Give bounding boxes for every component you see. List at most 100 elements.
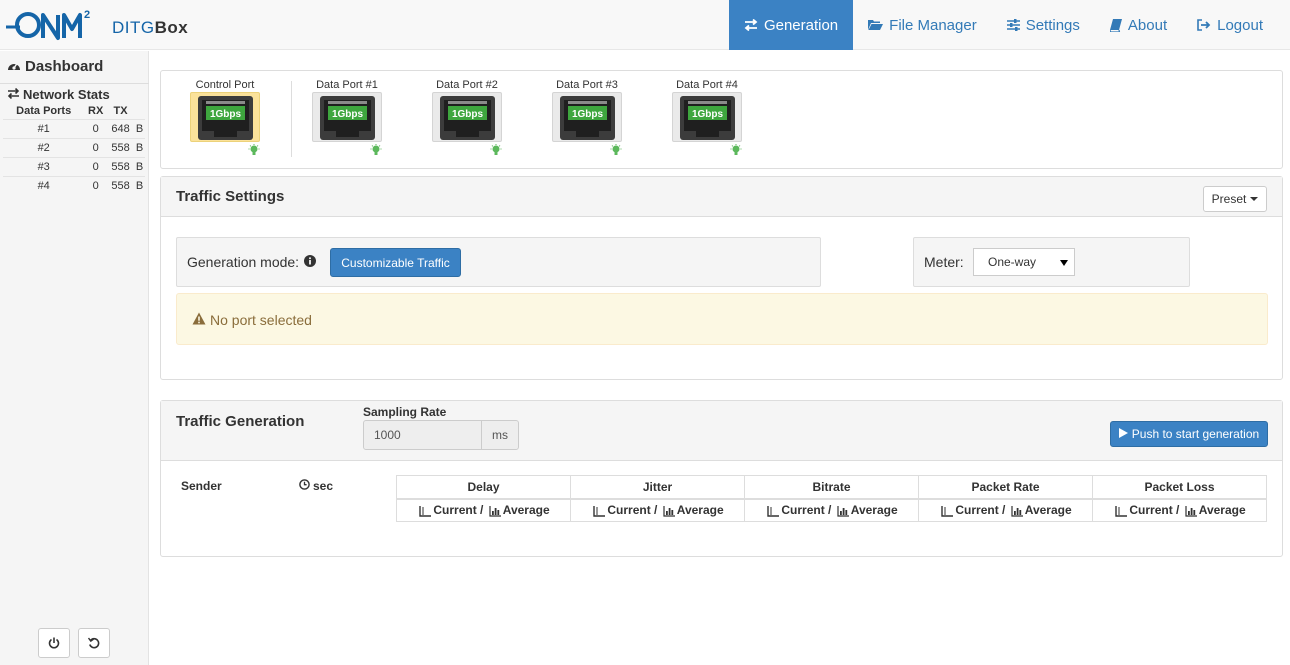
port-label: Data Port #2 — [436, 79, 498, 91]
port-control[interactable]: Control Port 1Gbps — [185, 79, 265, 155]
tx-cell: 558 — [106, 175, 135, 195]
port-box[interactable]: 1Gbps — [312, 92, 382, 155]
port-divider — [291, 81, 292, 157]
bar-chart-icon — [663, 505, 675, 517]
generation-mode-button[interactable]: Customizable Traffic — [330, 248, 461, 277]
nav-settings[interactable]: Settings — [992, 0, 1095, 50]
sampling-rate-input[interactable]: 1000 — [363, 420, 482, 450]
clock-icon — [299, 479, 310, 493]
port-label: Data Port #4 — [676, 79, 738, 91]
rx-cell: 0 — [84, 137, 107, 157]
caret-down-icon — [1250, 197, 1259, 201]
ethernet-port-icon: 1Gbps — [680, 96, 735, 140]
info-icon[interactable] — [304, 254, 317, 270]
sampling-rate-unit: ms — [481, 420, 519, 450]
brand[interactable]: 2 DITGBox — [6, 5, 196, 45]
nav-file-manager[interactable]: File Manager — [853, 0, 992, 50]
port-box[interactable]: 1Gbps — [432, 92, 502, 155]
undo-icon — [88, 637, 100, 649]
port-speed: 1Gbps — [692, 109, 724, 120]
bar-chart-icon — [1185, 505, 1197, 517]
rx-cell: 0 — [84, 118, 107, 138]
sidebar: Dashboard Network Stats Data Ports RX TX… — [0, 51, 149, 665]
port-speed: 1Gbps — [452, 109, 484, 120]
reset-button[interactable] — [78, 628, 110, 658]
network-stats-table: Data Ports RX TX #1 0 648 B #2 0 558 B #… — [3, 103, 145, 195]
nav-about[interactable]: About — [1095, 0, 1182, 50]
lightbulb-icon — [610, 144, 622, 155]
panel-heading: Traffic Settings Preset — [161, 177, 1282, 217]
current-average-cell: Current / Average — [918, 497, 1093, 522]
ethernet-port-icon: 1Gbps — [320, 96, 375, 140]
port-speed: 1Gbps — [572, 109, 604, 120]
meter-select[interactable]: One-way — [973, 248, 1075, 276]
port-box[interactable]: 1Gbps — [190, 92, 260, 155]
metric-packet-loss: Packet Loss — [1092, 475, 1267, 499]
panel-title: Traffic Settings — [176, 188, 285, 205]
ethernet-port-icon: 1Gbps — [440, 96, 495, 140]
port-speed: 1Gbps — [332, 109, 364, 120]
exchange-icon — [7, 87, 20, 102]
preset-dropdown-button[interactable]: Preset — [1203, 186, 1267, 212]
meter-label: Meter: — [924, 254, 964, 270]
meter-value: One-way — [988, 255, 1037, 269]
col-unit — [134, 103, 145, 119]
sign-out-icon — [1197, 19, 1211, 31]
ethernet-port-icon: 1Gbps — [560, 96, 615, 140]
port-cell: #3 — [3, 156, 85, 176]
col-rx: RX — [88, 104, 104, 117]
tx-cell: 558 — [106, 156, 135, 176]
folder-open-icon — [868, 19, 884, 31]
exchange-icon — [744, 19, 758, 31]
warning-text: No port selected — [192, 312, 312, 328]
lightbulb-icon — [730, 144, 742, 155]
dropdown-arrow-icon — [1060, 260, 1068, 266]
nav-logout[interactable]: Logout — [1182, 0, 1278, 50]
svg-text:2: 2 — [84, 9, 90, 21]
traffic-generation-panel: Traffic Generation Sampling Rate 1000 ms… — [160, 400, 1283, 557]
meter-group: Meter: One-way — [913, 237, 1190, 287]
metric-bitrate: Bitrate — [744, 475, 919, 499]
port-label: Data Port #3 — [556, 79, 618, 91]
power-icon — [48, 637, 60, 649]
rx-cell: 0 — [84, 175, 107, 195]
sec-header: sec — [299, 479, 333, 493]
network-stats-heading: Network Stats — [7, 87, 110, 102]
line-chart-icon — [419, 505, 432, 517]
power-button[interactable] — [38, 628, 70, 658]
metrics-subheader-row: Current / Average Current / Average Curr… — [396, 497, 1267, 522]
port-cell: #1 — [3, 118, 85, 138]
bar-chart-icon — [489, 505, 501, 517]
port-data-3[interactable]: Data Port #3 1Gbps — [547, 79, 627, 155]
table-row: #2 0 558 B — [3, 137, 145, 157]
bar-chart-icon — [837, 505, 849, 517]
sidebar-divider — [0, 83, 149, 84]
line-chart-icon — [593, 505, 606, 517]
port-speed: 1Gbps — [210, 109, 242, 120]
port-data-4[interactable]: Data Port #4 1Gbps — [667, 79, 747, 155]
traffic-settings-panel: Traffic Settings Preset Generation mode:… — [160, 176, 1283, 380]
table-header-row: Data Ports RX TX — [3, 103, 145, 119]
line-chart-icon — [941, 505, 954, 517]
sender-header: Sender — [181, 479, 222, 493]
sidebar-dashboard[interactable]: Dashboard — [7, 58, 103, 75]
tx-cell: 648 — [106, 118, 135, 138]
book-icon — [1109, 18, 1122, 32]
metric-delay: Delay — [396, 475, 571, 499]
panel-heading: Traffic Generation Sampling Rate 1000 ms… — [161, 401, 1282, 461]
generation-mode-group: Generation mode: Customizable Traffic — [176, 237, 821, 287]
port-data-1[interactable]: Data Port #1 1Gbps — [307, 79, 387, 155]
lightbulb-icon — [490, 144, 502, 155]
port-cell: #4 — [3, 175, 85, 195]
port-box[interactable]: 1Gbps — [552, 92, 622, 155]
sampling-rate-label: Sampling Rate — [363, 405, 447, 419]
bar-chart-icon — [1011, 505, 1023, 517]
push-to-start-button[interactable]: Push to start generation — [1110, 421, 1268, 447]
current-average-cell: Current / Average — [744, 497, 919, 522]
port-box[interactable]: 1Gbps — [672, 92, 742, 155]
nav-generation[interactable]: Generation — [728, 0, 854, 50]
warning-icon — [192, 312, 206, 328]
brand-name: DITGBox — [112, 18, 189, 37]
port-data-2[interactable]: Data Port #2 1Gbps — [427, 79, 507, 155]
metric-packet-rate: Packet Rate — [918, 475, 1093, 499]
